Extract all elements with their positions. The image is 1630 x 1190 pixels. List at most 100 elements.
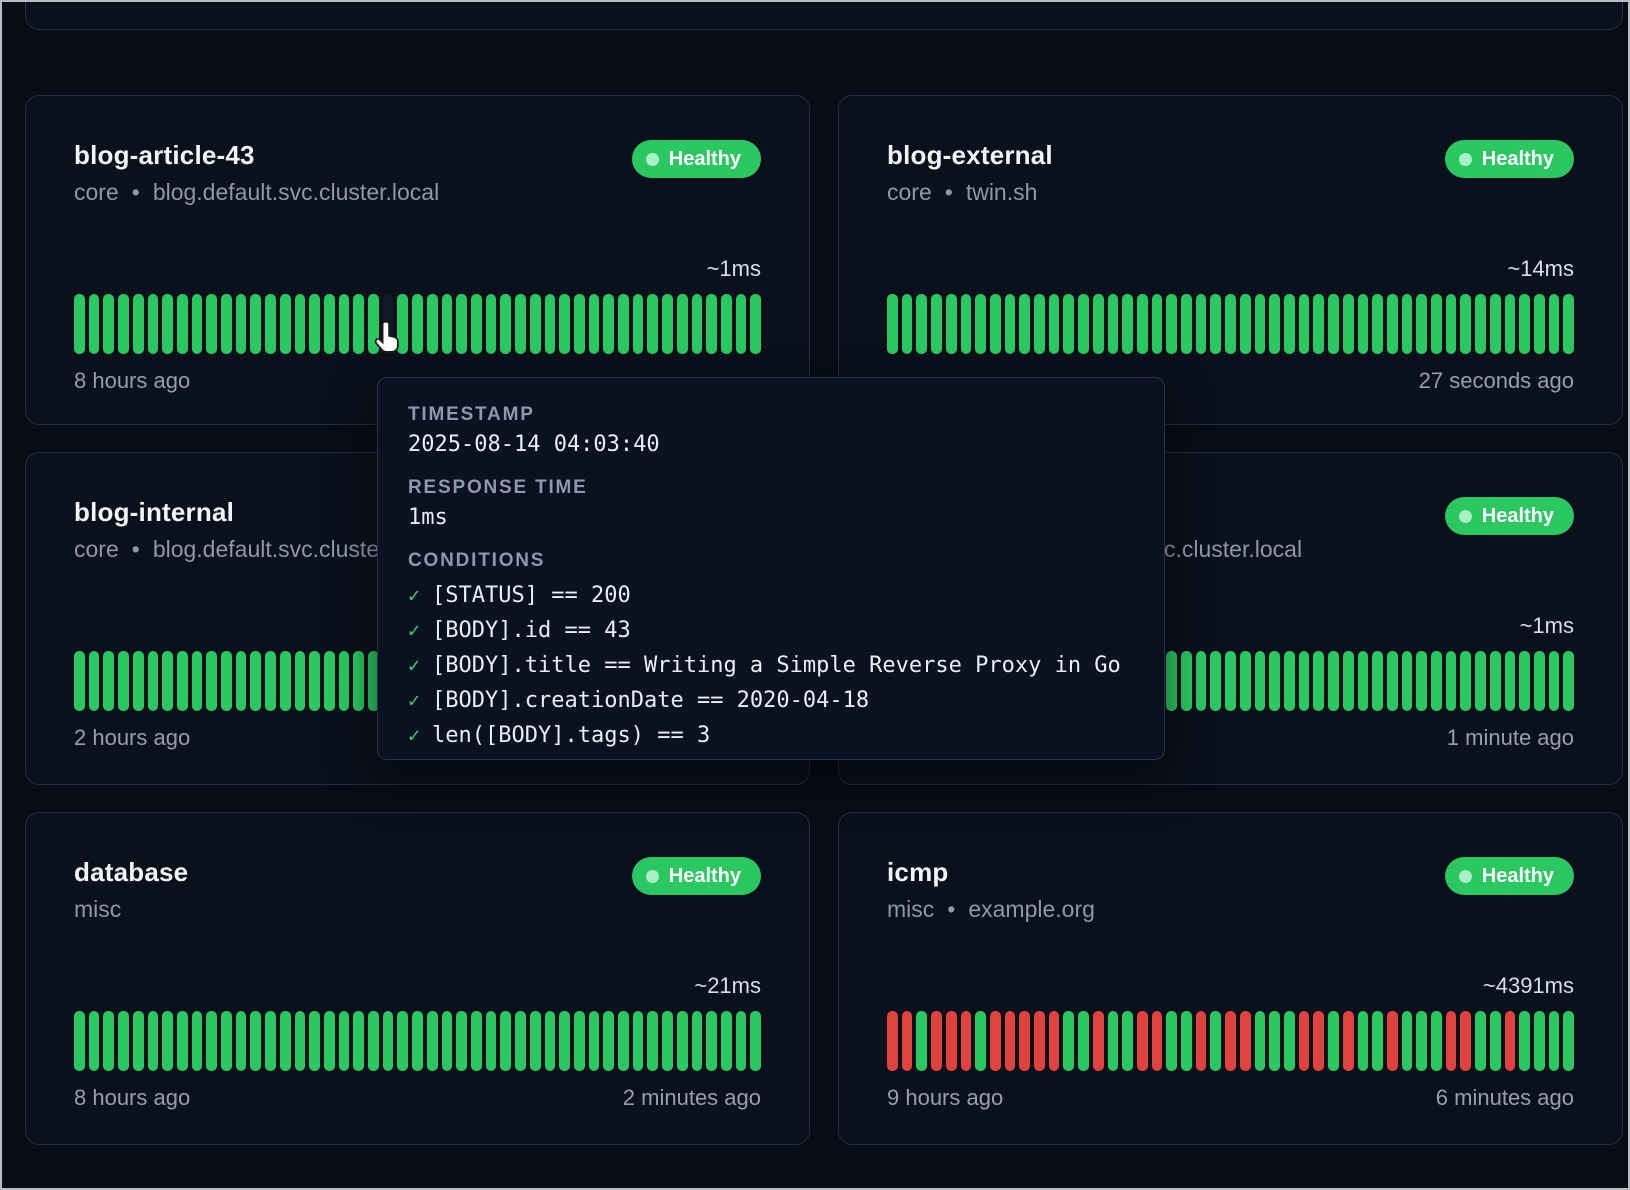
uptime-bar[interactable] xyxy=(295,294,306,354)
uptime-bar[interactable] xyxy=(103,651,114,711)
uptime-bar[interactable] xyxy=(1387,651,1398,711)
uptime-bar[interactable] xyxy=(559,1011,570,1071)
uptime-bar[interactable] xyxy=(1402,294,1413,354)
uptime-bar[interactable] xyxy=(221,1011,232,1071)
uptime-bar[interactable] xyxy=(1063,1011,1074,1071)
uptime-bar[interactable] xyxy=(1181,1011,1192,1071)
uptime-bar[interactable] xyxy=(206,651,217,711)
uptime-bar[interactable] xyxy=(353,294,364,354)
uptime-bar[interactable] xyxy=(1210,651,1221,711)
uptime-bar[interactable] xyxy=(1210,1011,1221,1071)
uptime-bar[interactable] xyxy=(1475,294,1486,354)
uptime-bar[interactable] xyxy=(662,294,673,354)
uptime-bar[interactable] xyxy=(471,1011,482,1071)
uptime-bar[interactable] xyxy=(1137,294,1148,354)
uptime-bar[interactable] xyxy=(486,1011,497,1071)
uptime-bar[interactable] xyxy=(633,1011,644,1071)
uptime-bar[interactable] xyxy=(1563,651,1574,711)
uptime-bar[interactable] xyxy=(736,294,747,354)
uptime-bar[interactable] xyxy=(990,1011,1001,1071)
uptime-bar[interactable] xyxy=(1078,1011,1089,1071)
endpoint-card-icmp[interactable]: icmp misc • example.org Healthy ~4391ms … xyxy=(838,812,1623,1145)
uptime-bar[interactable] xyxy=(148,1011,159,1071)
uptime-bar[interactable] xyxy=(1166,294,1177,354)
uptime-bar[interactable] xyxy=(603,294,614,354)
uptime-bar[interactable] xyxy=(1549,1011,1560,1071)
uptime-bar[interactable] xyxy=(692,1011,703,1071)
uptime-bar[interactable] xyxy=(206,1011,217,1071)
uptime-bar[interactable] xyxy=(368,1011,379,1071)
uptime-bar[interactable] xyxy=(1343,651,1354,711)
uptime-bar[interactable] xyxy=(721,294,732,354)
uptime-bar[interactable] xyxy=(133,1011,144,1071)
uptime-bar[interactable] xyxy=(1372,294,1383,354)
uptime-bar[interactable] xyxy=(647,294,658,354)
uptime-bar[interactable] xyxy=(442,294,453,354)
uptime-bar[interactable] xyxy=(1534,651,1545,711)
uptime-bar[interactable] xyxy=(133,651,144,711)
uptime-bar[interactable] xyxy=(177,294,188,354)
uptime-bar[interactable] xyxy=(1181,651,1192,711)
uptime-bar[interactable] xyxy=(1505,294,1516,354)
uptime-bar[interactable] xyxy=(530,1011,541,1071)
uptime-bar[interactable] xyxy=(456,294,467,354)
uptime-bar[interactable] xyxy=(931,294,942,354)
uptime-bar[interactable] xyxy=(1005,294,1016,354)
uptime-bar[interactable] xyxy=(250,294,261,354)
uptime-bar[interactable] xyxy=(295,651,306,711)
uptime-bar[interactable] xyxy=(339,651,350,711)
uptime-bar[interactable] xyxy=(902,1011,913,1071)
uptime-bar[interactable] xyxy=(309,1011,320,1071)
uptime-bar[interactable] xyxy=(1358,651,1369,711)
uptime-bar[interactable] xyxy=(103,294,114,354)
uptime-bar[interactable] xyxy=(309,651,320,711)
uptime-bar[interactable] xyxy=(1519,294,1530,354)
uptime-bar[interactable] xyxy=(618,1011,629,1071)
uptime-bar[interactable] xyxy=(265,294,276,354)
uptime-bar[interactable] xyxy=(515,294,526,354)
uptime-bar[interactable] xyxy=(1313,294,1324,354)
uptime-bar[interactable] xyxy=(1328,651,1339,711)
uptime-bar[interactable] xyxy=(1210,294,1221,354)
uptime-bar[interactable] xyxy=(353,1011,364,1071)
uptime-bar[interactable] xyxy=(162,294,173,354)
uptime-bar[interactable] xyxy=(1108,1011,1119,1071)
uptime-bar[interactable] xyxy=(1299,651,1310,711)
uptime-bar[interactable] xyxy=(1196,294,1207,354)
uptime-bar[interactable] xyxy=(456,1011,467,1071)
uptime-bar[interactable] xyxy=(339,1011,350,1071)
uptime-bar[interactable] xyxy=(530,294,541,354)
uptime-bar[interactable] xyxy=(1005,1011,1016,1071)
uptime-bar[interactable] xyxy=(118,651,129,711)
uptime-bar[interactable] xyxy=(1343,1011,1354,1071)
uptime-bar[interactable] xyxy=(1416,651,1427,711)
uptime-bar[interactable] xyxy=(383,294,394,354)
uptime-bar[interactable] xyxy=(1534,294,1545,354)
uptime-bar[interactable] xyxy=(574,294,585,354)
uptime-bar[interactable] xyxy=(1505,651,1516,711)
uptime-bar[interactable] xyxy=(162,651,173,711)
uptime-bar[interactable] xyxy=(559,294,570,354)
uptime-bar[interactable] xyxy=(280,294,291,354)
uptime-bar[interactable] xyxy=(515,1011,526,1071)
uptime-bar[interactable] xyxy=(1019,1011,1030,1071)
uptime-bar[interactable] xyxy=(368,294,379,354)
uptime-bar[interactable] xyxy=(1372,1011,1383,1071)
uptime-bar[interactable] xyxy=(662,1011,673,1071)
uptime-bar[interactable] xyxy=(265,651,276,711)
uptime-bar[interactable] xyxy=(1166,1011,1177,1071)
uptime-bar[interactable] xyxy=(265,1011,276,1071)
uptime-bar[interactable] xyxy=(946,1011,957,1071)
uptime-bar[interactable] xyxy=(677,1011,688,1071)
uptime-bar[interactable] xyxy=(1034,1011,1045,1071)
uptime-bar[interactable] xyxy=(236,1011,247,1071)
uptime-bar[interactable] xyxy=(1549,294,1560,354)
uptime-bar[interactable] xyxy=(1387,294,1398,354)
uptime-bar[interactable] xyxy=(309,294,320,354)
uptime-bar[interactable] xyxy=(1416,294,1427,354)
uptime-bar[interactable] xyxy=(736,1011,747,1071)
uptime-bar[interactable] xyxy=(324,294,335,354)
uptime-bar[interactable] xyxy=(250,651,261,711)
uptime-bar[interactable] xyxy=(545,294,556,354)
uptime-bar[interactable] xyxy=(887,294,898,354)
